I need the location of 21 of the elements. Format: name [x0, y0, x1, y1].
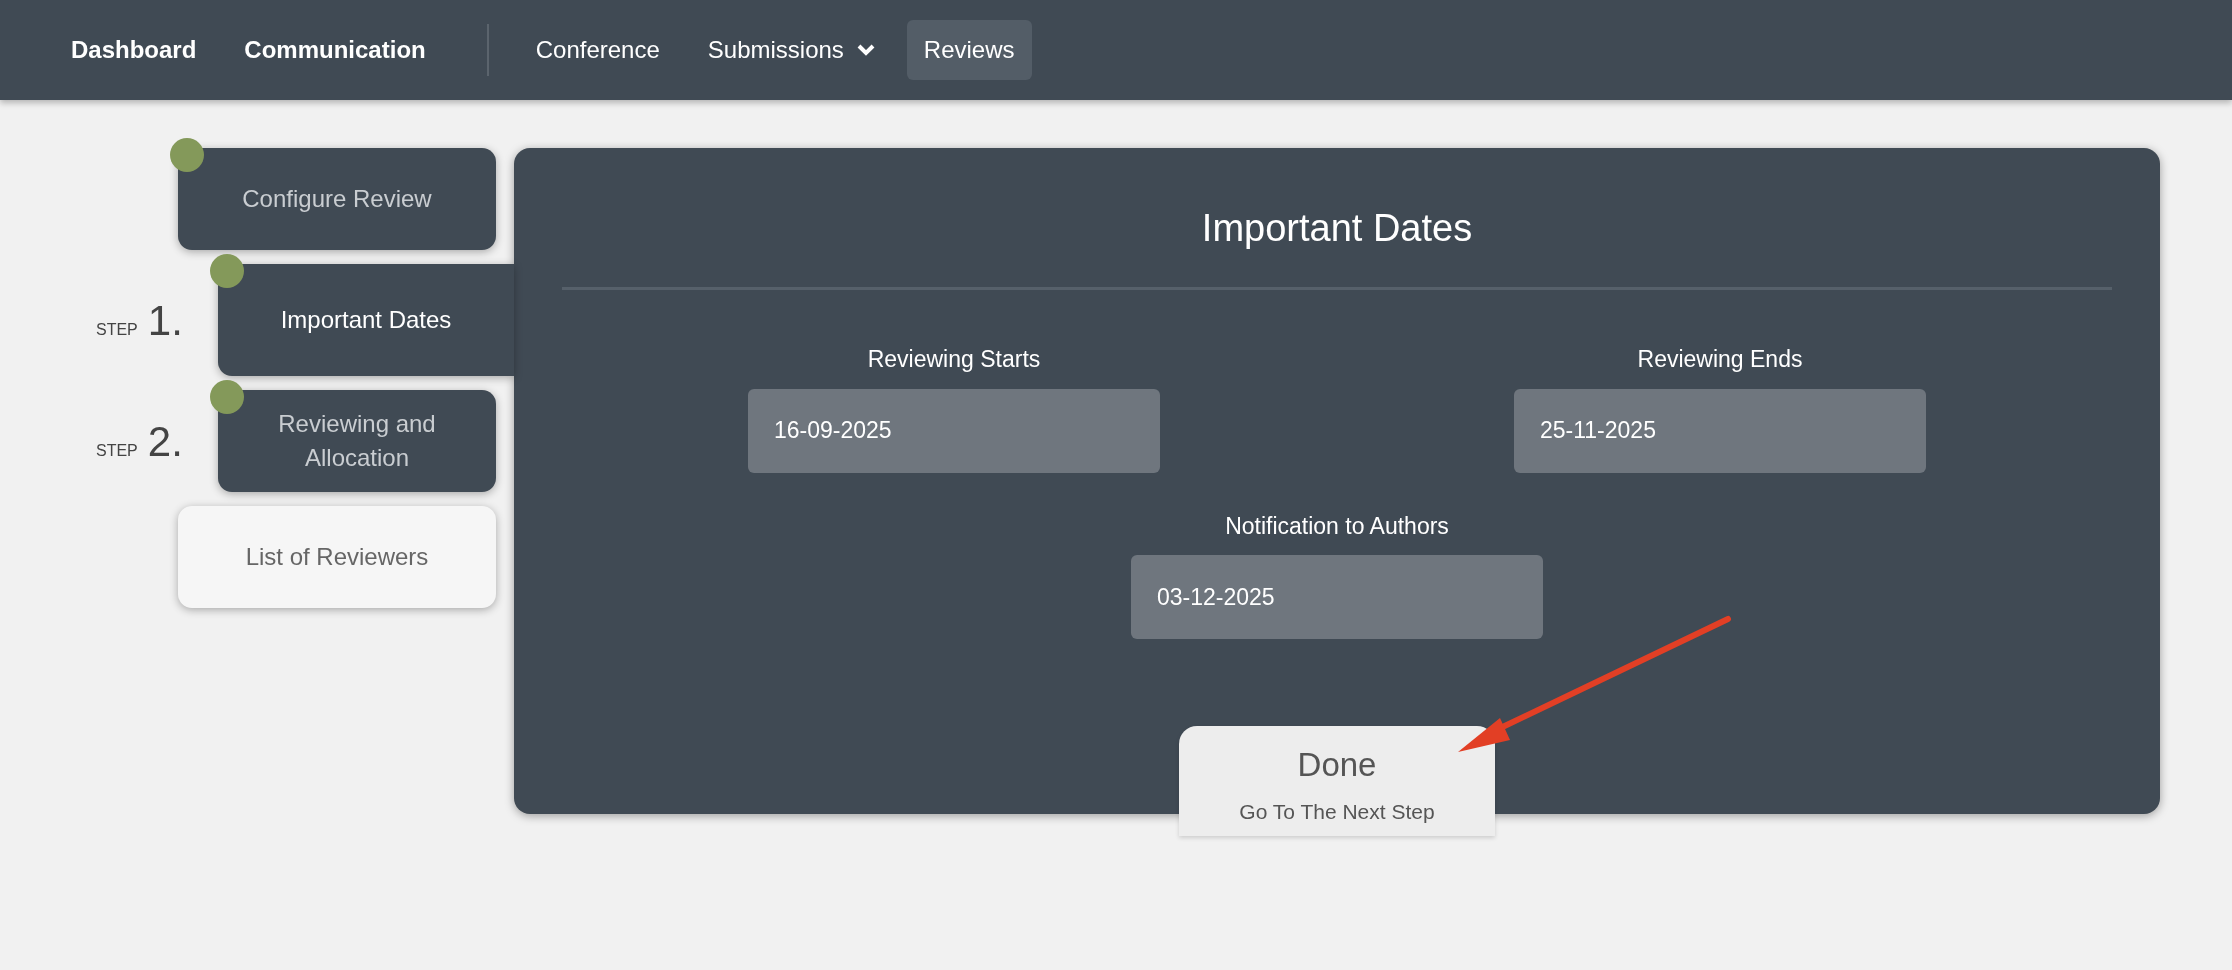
- step-card[interactable]: Reviewing and Allocation: [218, 390, 496, 492]
- nav-link[interactable]: Conference: [518, 20, 677, 80]
- date-field[interactable]: 03-12-2025: [1131, 555, 1543, 639]
- step-card[interactable]: Important Dates: [218, 264, 514, 376]
- panel-title: Important Dates: [1201, 206, 1473, 251]
- step-number: 1.: [147, 295, 183, 346]
- nav-link[interactable]: Reviews: [906, 20, 1032, 80]
- nav-link[interactable]: Communication: [227, 20, 443, 80]
- step-word: STEP: [96, 440, 138, 461]
- nav-link[interactable]: Dashboard: [54, 20, 214, 80]
- field-label: Reviewing Ends: [1637, 345, 1803, 374]
- nav-link[interactable]: Submissions: [690, 20, 893, 80]
- step-card[interactable]: List of Reviewers: [178, 506, 496, 608]
- field-label: Reviewing Starts: [867, 345, 1041, 374]
- field-label: Notification to Authors: [1225, 511, 1449, 541]
- step-word: STEP: [96, 319, 138, 340]
- done-button[interactable]: Done Go To The Next Step: [1179, 726, 1495, 836]
- date-field[interactable]: 25-11-2025: [1514, 388, 1926, 473]
- date-field[interactable]: 16-09-2025: [748, 388, 1160, 473]
- step-number: 2.: [147, 416, 183, 467]
- step-card[interactable]: Configure Review: [178, 148, 496, 250]
